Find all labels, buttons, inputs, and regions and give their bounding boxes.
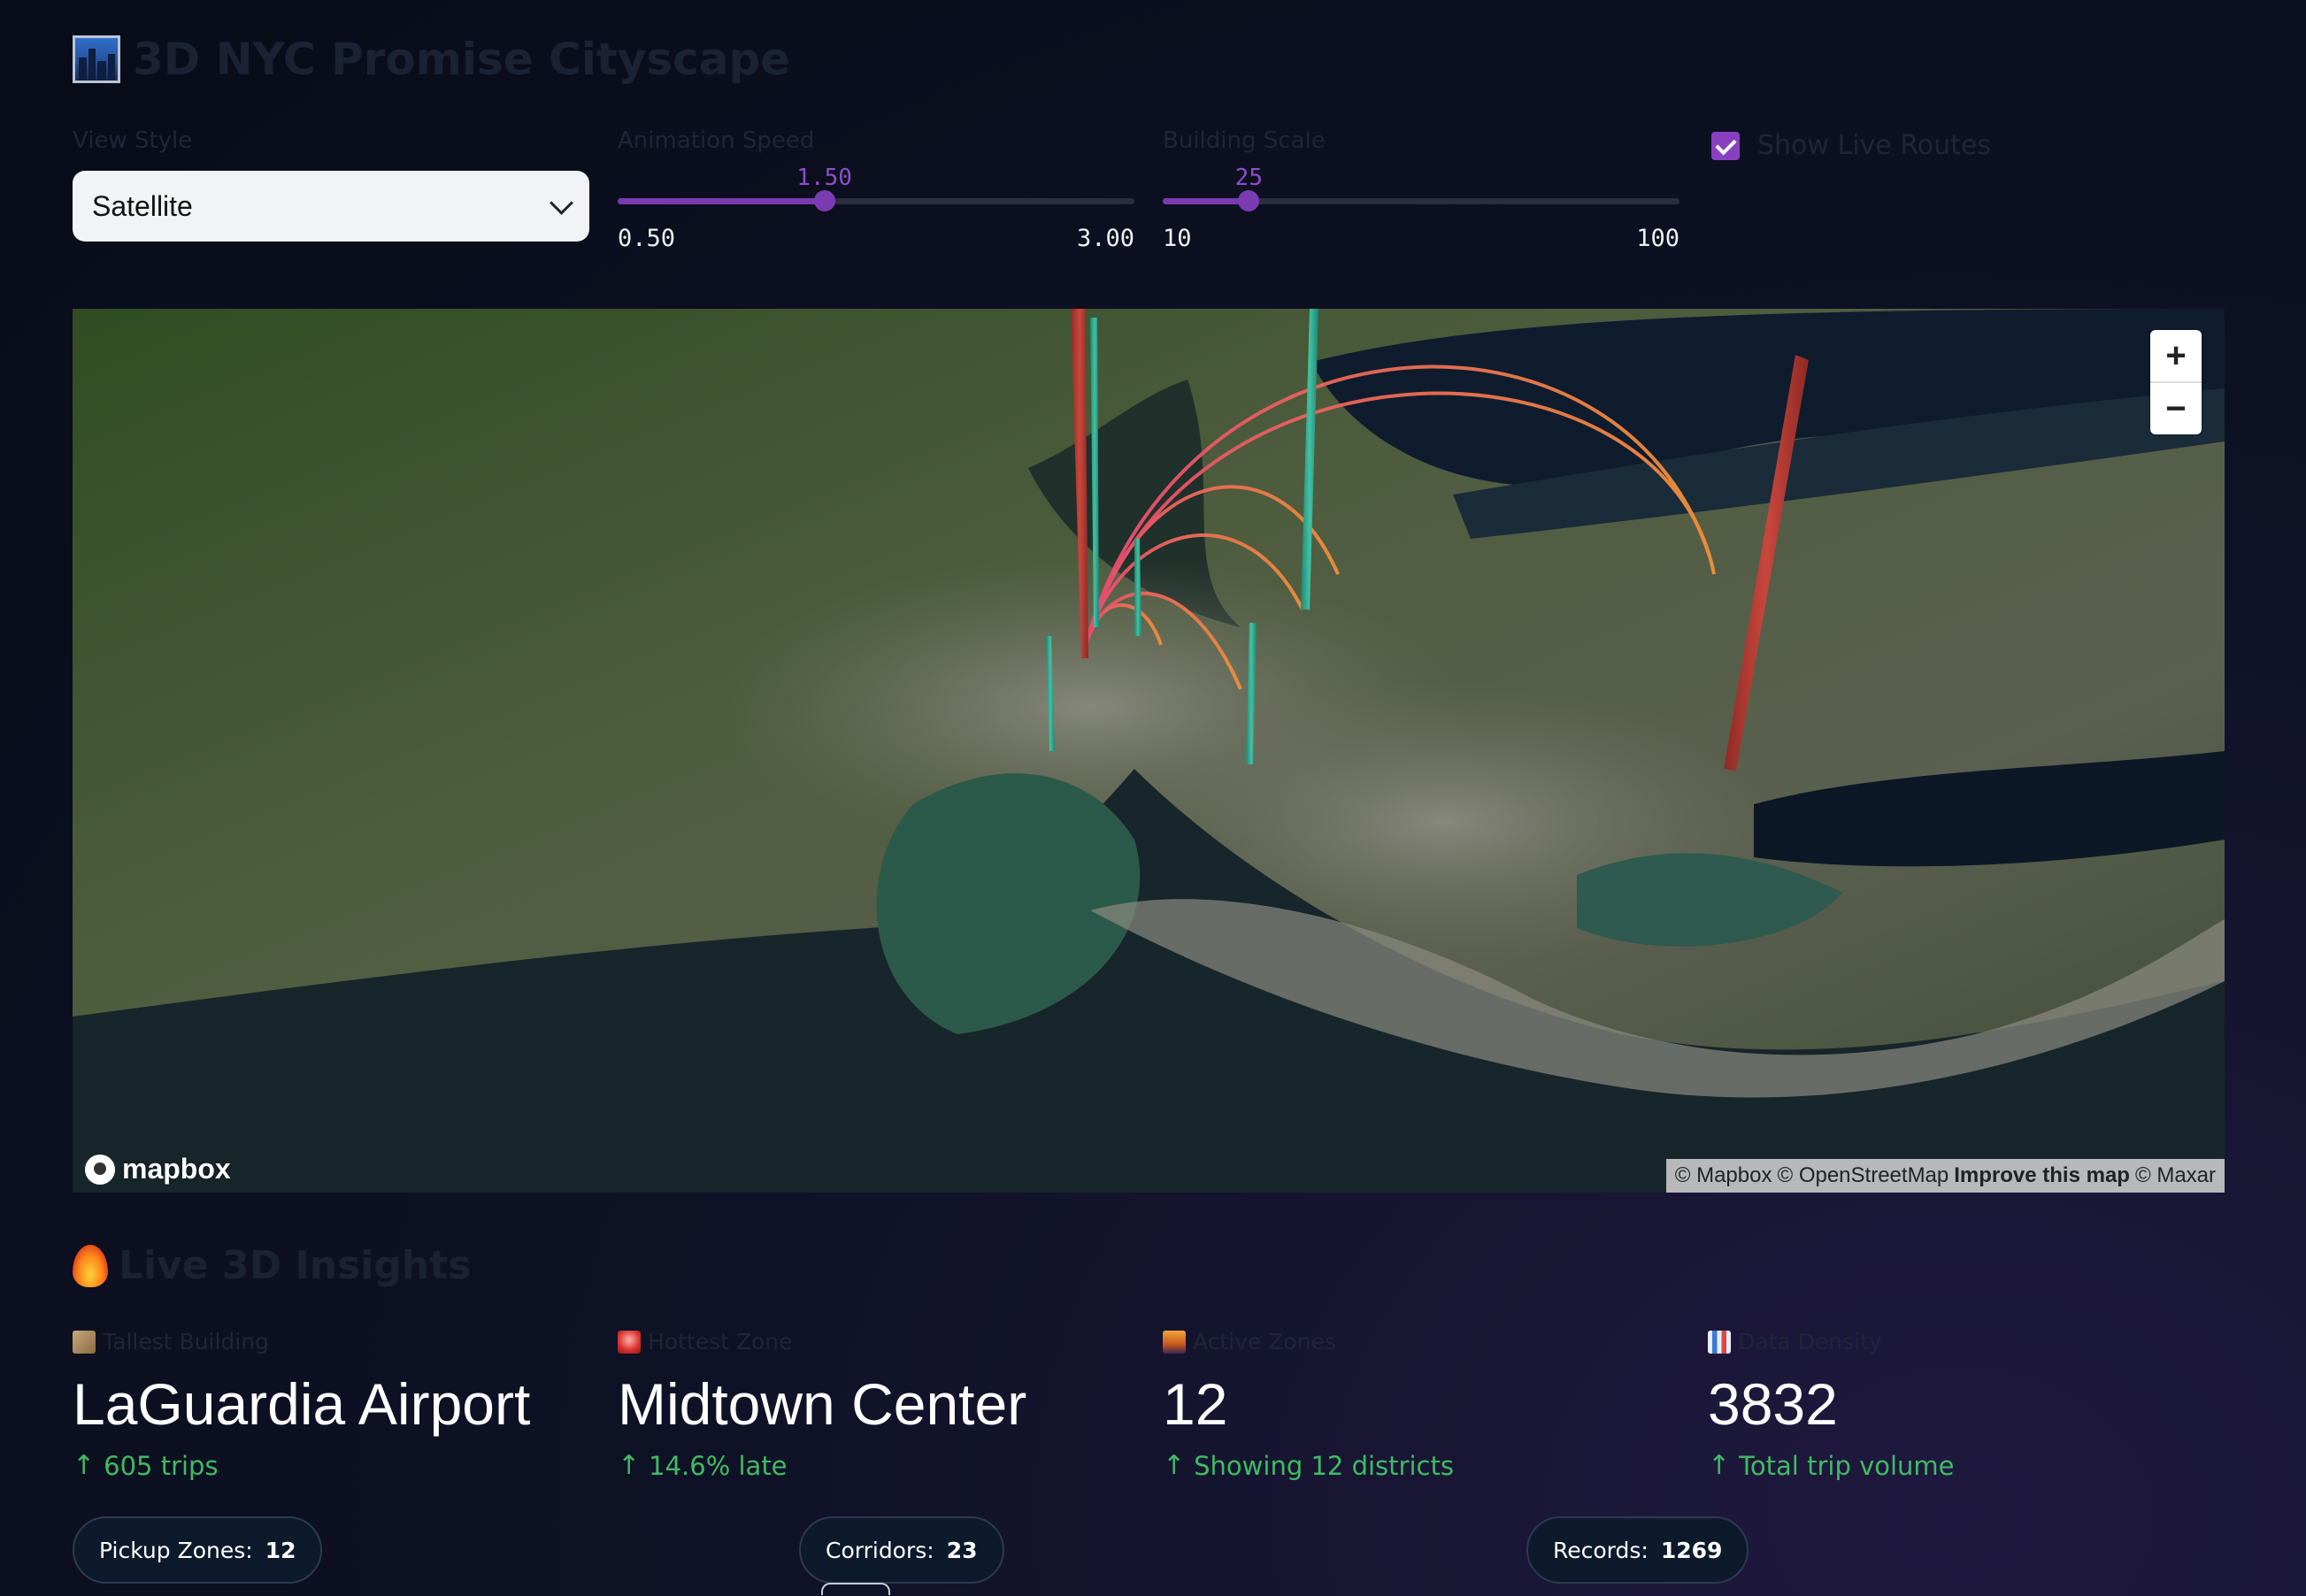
mapbox-logo[interactable]: mapbox xyxy=(85,1153,231,1185)
page-header: 3D NYC Promise Cityscape xyxy=(73,34,790,85)
attribution-osm-link[interactable]: © OpenStreetMap xyxy=(1777,1163,1949,1188)
slider-thumb[interactable] xyxy=(1238,190,1260,211)
bar-chart-icon xyxy=(1708,1330,1731,1354)
badge-value: 23 xyxy=(946,1537,978,1563)
metric-data-density: Data Density 3832 ↑ Total trip volume xyxy=(1708,1329,2221,1481)
checkmark-icon[interactable] xyxy=(1711,131,1740,160)
arrow-up-icon: ↑ xyxy=(618,1450,641,1481)
slider-value: 1.50 xyxy=(796,165,852,191)
metric-value: 12 xyxy=(1163,1371,1228,1437)
mapbox-logo-text: mapbox xyxy=(122,1153,231,1185)
metric-delta: Showing 12 districts xyxy=(1194,1450,1454,1481)
metric-active-zones: Active Zones 12 ↑ Showing 12 districts xyxy=(1163,1329,1676,1481)
attribution-maxar-link[interactable]: © Maxar xyxy=(2135,1163,2216,1188)
arrow-up-icon: ↑ xyxy=(1708,1450,1731,1481)
map-view[interactable]: + − mapbox © Mapbox © OpenStreetMap Impr… xyxy=(73,309,2225,1193)
cityscape-icon xyxy=(73,35,120,83)
badge-value: 1269 xyxy=(1660,1537,1723,1563)
map-attribution: © Mapbox © OpenStreetMap Improve this ma… xyxy=(1665,1159,2225,1193)
slider-value: 25 xyxy=(1234,165,1263,191)
zoom-in-button[interactable]: + xyxy=(2150,330,2202,381)
slider-max: 100 xyxy=(1636,225,1680,252)
view-style-label: View Style xyxy=(73,127,193,154)
arrow-up-icon: ↑ xyxy=(1163,1450,1186,1481)
metric-label: Active Zones xyxy=(1193,1329,1336,1354)
animation-speed-label: Animation Speed xyxy=(618,127,815,154)
badge-label: Corridors: xyxy=(826,1537,934,1563)
metric-delta: Total trip volume xyxy=(1739,1450,1955,1481)
zoom-out-button[interactable]: − xyxy=(2150,381,2202,434)
metric-delta: 605 trips xyxy=(104,1450,219,1481)
arrow-up-icon: ↑ xyxy=(73,1450,96,1481)
show-live-routes-label: Show Live Routes xyxy=(1757,130,1991,161)
metric-value: Midtown Center xyxy=(618,1371,1027,1437)
badge-label: Records: xyxy=(1553,1537,1649,1563)
metric-value: LaGuardia Airport xyxy=(73,1371,531,1437)
badge-value: 12 xyxy=(265,1537,296,1563)
slider-thumb[interactable] xyxy=(813,190,835,211)
pickup-zones-badge: Pickup Zones: 12 xyxy=(73,1516,323,1584)
slider-fill xyxy=(1163,198,1249,204)
satellite-map[interactable] xyxy=(73,309,2225,1193)
badge-label: Pickup Zones: xyxy=(99,1537,253,1563)
siren-icon xyxy=(618,1330,641,1354)
cityscape-icon xyxy=(1163,1330,1186,1354)
attribution-mapbox-link[interactable]: © Mapbox xyxy=(1675,1163,1772,1188)
insights-header: Live 3D Insights xyxy=(73,1243,471,1288)
chevron-down-icon xyxy=(550,190,573,215)
metric-label: Hottest Zone xyxy=(648,1329,793,1354)
corridors-badge: Corridors: 23 xyxy=(799,1516,1004,1584)
animation-speed-slider[interactable]: 1.50 0.50 3.00 xyxy=(618,165,1134,262)
metric-label: Tallest Building xyxy=(103,1329,269,1354)
building-scale-slider[interactable]: 25 10 100 xyxy=(1163,165,1680,262)
building-scale-label: Building Scale xyxy=(1163,127,1326,154)
metric-label: Data Density xyxy=(1738,1329,1882,1354)
slider-max: 3.00 xyxy=(1076,225,1134,252)
slider-min: 10 xyxy=(1163,225,1192,252)
fire-icon xyxy=(73,1244,108,1287)
show-live-routes-checkbox[interactable]: Show Live Routes xyxy=(1711,130,1991,161)
page-title: 3D NYC Promise Cityscape xyxy=(133,34,791,85)
metric-tallest-building: Tallest Building LaGuardia Airport ↑ 605… xyxy=(73,1329,586,1481)
insights-title: Live 3D Insights xyxy=(119,1243,472,1288)
view-style-value: Satellite xyxy=(92,189,193,222)
improve-map-link[interactable]: Improve this map xyxy=(1954,1163,2130,1188)
construction-icon xyxy=(73,1330,96,1354)
slider-min: 0.50 xyxy=(618,225,676,252)
zoom-controls: + − xyxy=(2150,330,2202,434)
view-style-select[interactable]: Satellite xyxy=(73,171,589,242)
scroll-indicator[interactable] xyxy=(821,1583,890,1595)
mapbox-icon xyxy=(85,1154,115,1185)
slider-fill xyxy=(618,198,825,204)
metric-value: 3832 xyxy=(1708,1371,1838,1437)
metric-hottest-zone: Hottest Zone Midtown Center ↑ 14.6% late xyxy=(618,1329,1131,1481)
records-badge: Records: 1269 xyxy=(1526,1516,1749,1584)
metric-delta: 14.6% late xyxy=(649,1450,788,1481)
